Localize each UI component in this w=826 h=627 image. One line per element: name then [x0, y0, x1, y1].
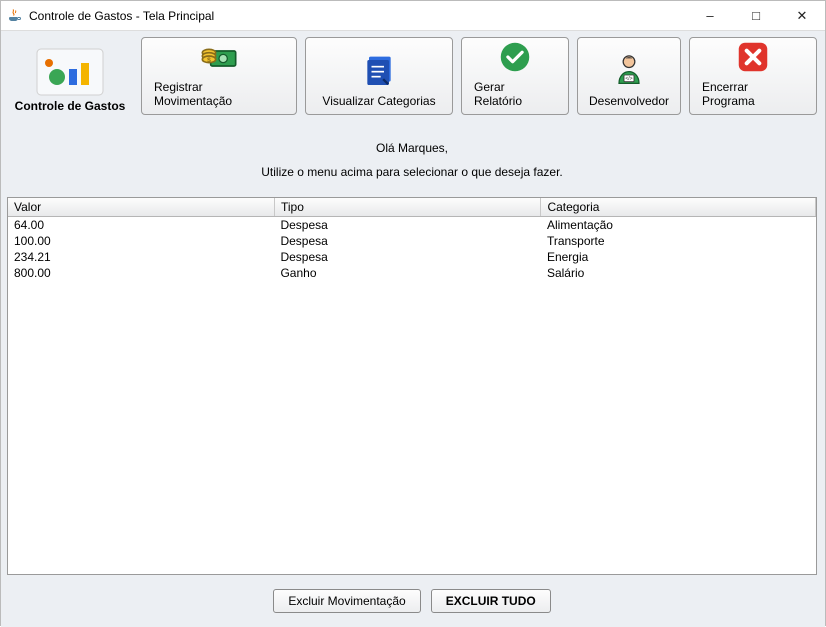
movements-table-container: Valor Tipo Categoria 64.00DespesaAliment… [7, 197, 817, 575]
maximize-button[interactable]: □ [733, 1, 779, 31]
generate-report-label: Gerar Relatório [474, 80, 556, 108]
cell-tipo: Ganho [274, 265, 540, 281]
generate-report-button[interactable]: Gerar Relatório [461, 37, 569, 115]
logo-block: Controle de Gastos [7, 37, 133, 115]
column-header-categoria[interactable]: Categoria [541, 198, 816, 217]
close-button[interactable]: ✕ [779, 1, 825, 31]
table-row[interactable]: 234.21DespesaEnergia [8, 249, 816, 265]
cell-valor: 234.21 [8, 249, 274, 265]
cell-categoria: Salário [541, 265, 816, 281]
cell-valor: 100.00 [8, 233, 274, 249]
developer-button[interactable]: </> Desenvolvedor [577, 37, 681, 115]
java-cup-icon [7, 8, 23, 24]
view-categories-button[interactable]: Visualizar Categorias [305, 37, 453, 115]
svg-text:$: $ [207, 57, 211, 64]
instruction-text: Utilize o menu acima para selecionar o q… [7, 165, 817, 179]
cell-tipo: Despesa [274, 233, 540, 249]
cell-valor: 64.00 [8, 217, 274, 233]
register-movement-label: Registrar Movimentação [154, 80, 284, 108]
cell-tipo: Despesa [274, 217, 540, 233]
greeting-text: Olá Marques, [7, 141, 817, 155]
close-x-icon [733, 38, 773, 76]
column-header-valor[interactable]: Valor [8, 198, 274, 217]
delete-all-button[interactable]: EXCLUIR TUDO [431, 589, 551, 613]
table-row[interactable]: 100.00DespesaTransporte [8, 233, 816, 249]
developer-label: Desenvolvedor [589, 94, 669, 108]
list-document-icon [359, 50, 399, 90]
cell-categoria: Alimentação [541, 217, 816, 233]
cell-categoria: Energia [541, 249, 816, 265]
toolbar: Controle de Gastos $ Registrar Movimenta… [7, 37, 817, 115]
svg-text:</>: </> [625, 76, 632, 82]
delete-movement-button[interactable]: Excluir Movimentação [273, 589, 420, 613]
table-empty-area [8, 281, 816, 575]
table-row[interactable]: 800.00GanhoSalário [8, 265, 816, 281]
bottom-action-bar: Excluir Movimentação EXCLUIR TUDO [7, 589, 817, 613]
movements-table[interactable]: Valor Tipo Categoria 64.00DespesaAliment… [8, 198, 816, 281]
exit-program-button[interactable]: Encerrar Programa [689, 37, 817, 115]
minimize-button[interactable]: – [687, 1, 733, 31]
app-logo-icon [35, 47, 105, 97]
titlebar: Controle de Gastos - Tela Principal – □ … [1, 1, 825, 31]
main-panel: Controle de Gastos $ Registrar Movimenta… [1, 31, 825, 627]
table-row[interactable]: 64.00DespesaAlimentação [8, 217, 816, 233]
cell-valor: 800.00 [8, 265, 274, 281]
window-controls: – □ ✕ [687, 1, 825, 31]
check-circle-icon [495, 38, 535, 76]
money-stack-icon: $ [199, 36, 239, 76]
exit-program-label: Encerrar Programa [702, 80, 804, 108]
window-title: Controle de Gastos - Tela Principal [29, 9, 687, 23]
developer-person-icon: </> [609, 50, 649, 90]
column-header-tipo[interactable]: Tipo [274, 198, 540, 217]
logo-caption: Controle de Gastos [15, 99, 126, 113]
register-movement-button[interactable]: $ Registrar Movimentação [141, 37, 297, 115]
cell-tipo: Despesa [274, 249, 540, 265]
cell-categoria: Transporte [541, 233, 816, 249]
view-categories-label: Visualizar Categorias [322, 94, 435, 108]
